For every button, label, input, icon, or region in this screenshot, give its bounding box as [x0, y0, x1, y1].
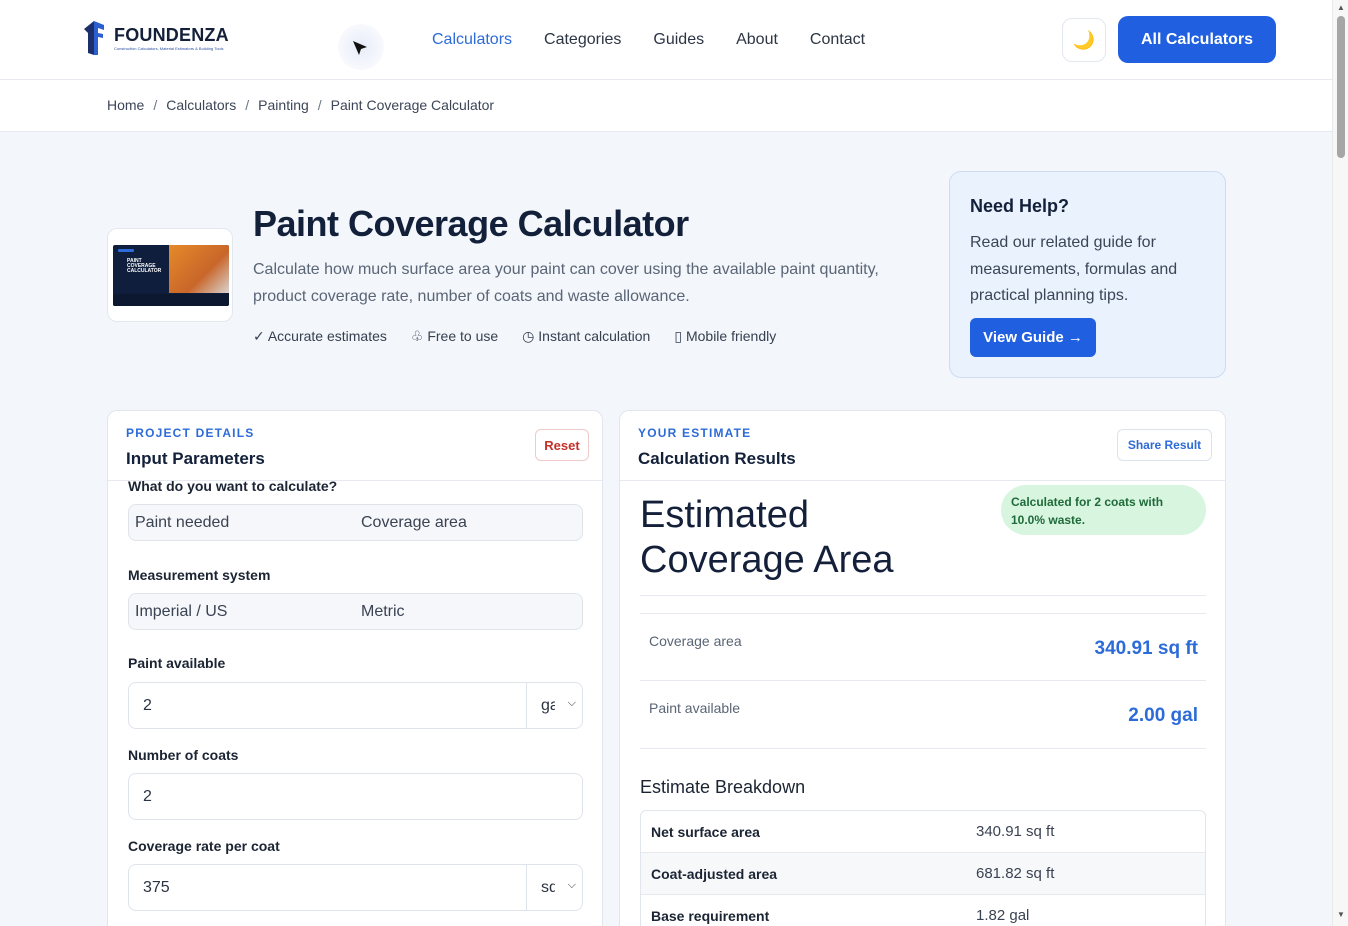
brand-name: FOUNDENZA: [114, 25, 229, 45]
breadcrumb-separator: /: [317, 97, 322, 113]
mouse-cursor-icon: [353, 41, 367, 55]
brand-tagline: Construction Calculators, Material Estim…: [114, 46, 224, 51]
nav-categories[interactable]: Categories: [544, 30, 621, 50]
table-row: Base requirement 1.82 gal: [641, 895, 1205, 926]
feature-list: ✓ Accurate estimates ♧ Free to use ◷ Ins…: [253, 328, 800, 345]
logo-mark-icon: [84, 21, 104, 55]
input-card-header: PROJECT DETAILS Input Parameters Reset: [108, 411, 602, 481]
coats-value: 2: [143, 787, 152, 805]
scrollbar-thumb[interactable]: [1337, 16, 1345, 158]
calc-mode-selector: Paint needed Coverage area: [128, 504, 583, 541]
nav-calculators[interactable]: Calculators: [432, 30, 512, 50]
page-scrollbar[interactable]: ▲ ▼: [1332, 0, 1348, 926]
share-result-button[interactable]: Share Result: [1117, 429, 1212, 461]
input-card-title: Input Parameters: [126, 449, 265, 468]
scroll-up-icon[interactable]: ▲: [1337, 3, 1345, 12]
coverage-rate-value: 375: [143, 878, 170, 896]
breadcrumb-current: Paint Coverage Calculator: [330, 97, 495, 113]
chevron-down-icon: ⌵: [567, 879, 576, 891]
paint-available-value: 2: [143, 696, 152, 714]
view-guide-button[interactable]: View Guide →: [970, 318, 1096, 357]
breadcrumb-calculators[interactable]: Calculators: [166, 97, 236, 113]
nav-guides[interactable]: Guides: [653, 30, 704, 50]
row-key: Coat-adjusted area: [651, 865, 778, 882]
breadcrumb-painting[interactable]: Painting: [258, 97, 309, 113]
option-coverage-area[interactable]: Coverage area: [355, 514, 581, 532]
page-title: Paint Coverage Calculator: [253, 203, 689, 244]
feature-free: ♧ Free to use: [410, 328, 499, 344]
coverage-rate-input[interactable]: 375 sq ft ⌵: [128, 864, 583, 911]
scroll-down-icon[interactable]: ▼: [1337, 910, 1345, 919]
page-subtitle: Calculate how much surface area your pai…: [253, 261, 879, 305]
stat-value: 2.00 gal: [1128, 705, 1198, 726]
theme-toggle-button[interactable]: 🌙: [1062, 18, 1106, 62]
breakdown-title: Estimate Breakdown: [640, 777, 806, 797]
option-paint-needed[interactable]: Paint needed: [129, 514, 355, 532]
breadcrumb: Home / Calculators / Painting / Paint Co…: [107, 97, 494, 113]
feature-accurate: ✓ Accurate estimates: [253, 328, 387, 344]
reset-button[interactable]: Reset: [535, 429, 589, 461]
calc-mode-label: What do you want to calculate?: [128, 478, 338, 494]
feature-mobile: ▯ Mobile friendly: [674, 328, 777, 344]
breadcrumb-separator: /: [153, 97, 158, 113]
table-row: Coat-adjusted area 681.82 sq ft: [641, 853, 1205, 895]
coverage-rate-label: Coverage rate per coat: [128, 838, 280, 854]
option-metric[interactable]: Metric: [355, 603, 581, 621]
stat-coverage-area: Coverage area 340.91 sq ft: [640, 613, 1206, 681]
row-key: Base requirement: [651, 907, 770, 924]
input-eyebrow: PROJECT DETAILS: [126, 426, 255, 440]
results-card-header: YOUR ESTIMATE Calculation Results Share …: [620, 411, 1225, 481]
stat-label: Coverage area: [649, 633, 742, 649]
paint-unit-value: gal: [541, 696, 555, 714]
stat-paint-available: Paint available 2.00 gal: [640, 681, 1206, 749]
nav-contact[interactable]: Contact: [810, 30, 865, 50]
breadcrumb-separator: /: [245, 97, 250, 113]
coats-input[interactable]: 2: [128, 773, 583, 820]
help-body: Read our related guide for measurements,…: [970, 234, 1178, 304]
help-card: Need Help? Read our related guide for me…: [949, 171, 1226, 378]
results-card: YOUR ESTIMATE Calculation Results Share …: [619, 410, 1226, 926]
table-row: Net surface area 340.91 sq ft: [641, 811, 1205, 853]
row-value: 681.82 sq ft: [976, 865, 1055, 882]
stat-value: 340.91 sq ft: [1094, 638, 1199, 659]
row-key: Net surface area: [651, 823, 760, 840]
breadcrumb-bar: Home / Calculators / Painting / Paint Co…: [0, 80, 1332, 132]
paint-available-input[interactable]: 2 gal ⌵: [128, 682, 583, 729]
logo[interactable]: FOUNDENZA Construction Calculators, Mate…: [82, 19, 229, 57]
measurement-system-selector: Imperial / US Metric: [128, 593, 583, 630]
result-headline: Estimated Coverage Area: [640, 494, 894, 581]
results-card-title: Calculation Results: [638, 449, 796, 468]
nav-about[interactable]: About: [736, 30, 778, 50]
result-badge: Calculated for 2 coats with 10.0% waste.: [1001, 485, 1206, 535]
row-value: 340.91 sq ft: [976, 823, 1055, 840]
chevron-down-icon: ⌵: [567, 697, 576, 709]
main-nav: Calculators Categories Guides About Cont…: [432, 30, 897, 50]
input-card: PROJECT DETAILS Input Parameters Reset W…: [107, 410, 603, 926]
row-value: 1.82 gal: [976, 907, 1030, 924]
measurement-system-label: Measurement system: [128, 567, 271, 583]
results-eyebrow: YOUR ESTIMATE: [638, 426, 752, 440]
paint-available-label: Paint available: [128, 655, 226, 671]
breadcrumb-home[interactable]: Home: [107, 97, 144, 113]
paint-unit-select[interactable]: gal ⌵: [526, 683, 582, 728]
site-header: FOUNDENZA Construction Calculators, Mate…: [0, 0, 1332, 80]
calculator-thumbnail: PAINT COVERAGE CALCULATOR: [107, 228, 233, 322]
divider: [640, 595, 1206, 596]
moon-icon: 🌙: [1072, 29, 1096, 50]
rate-unit-value: sq ft: [541, 878, 555, 896]
breakdown-table: Net surface area 340.91 sq ft Coat-adjus…: [640, 810, 1206, 926]
stat-label: Paint available: [649, 700, 741, 716]
thumbnail-text: PAINT COVERAGE CALCULATOR: [127, 258, 162, 274]
help-title: Need Help?: [970, 196, 1070, 216]
option-imperial[interactable]: Imperial / US: [129, 603, 355, 621]
feature-instant: ◷ Instant calculation: [522, 328, 651, 344]
rate-unit-select[interactable]: sq ft ⌵: [526, 865, 582, 910]
coats-label: Number of coats: [128, 747, 239, 763]
all-calculators-button[interactable]: All Calculators: [1118, 16, 1276, 63]
thumbnail-image: PAINT COVERAGE CALCULATOR: [113, 245, 229, 306]
